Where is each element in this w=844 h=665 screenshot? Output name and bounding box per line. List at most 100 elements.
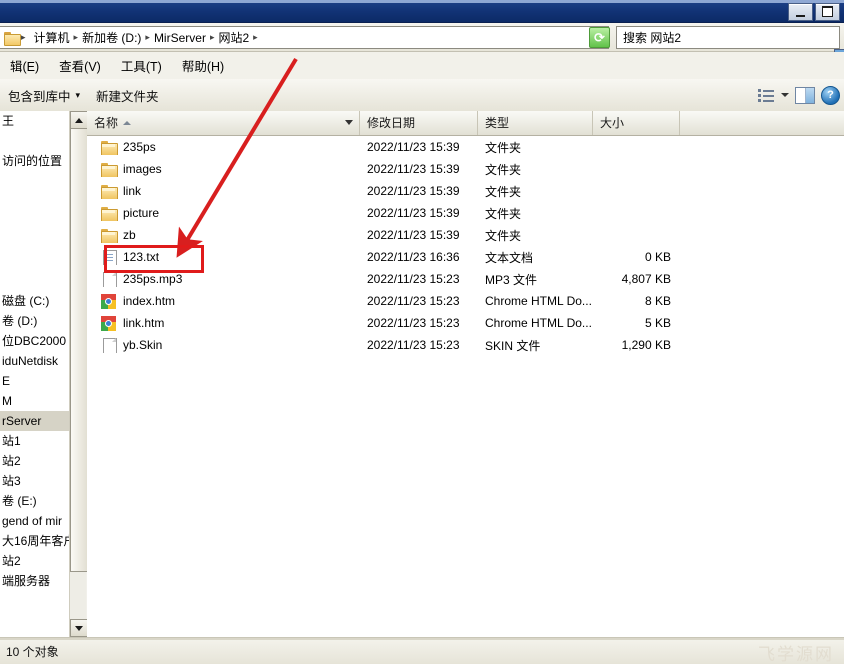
folder-icon [101, 140, 118, 155]
column-header-type[interactable]: 类型 [478, 111, 593, 135]
file-name-cell[interactable]: 235ps [87, 140, 360, 155]
file-date-cell: 2022/11/23 15:39 [367, 228, 460, 242]
nav-item[interactable]: 端服务器 [0, 571, 69, 591]
folder-icon [101, 206, 118, 221]
column-header-extra[interactable] [680, 111, 844, 135]
file-name-label: link [123, 184, 142, 198]
file-name-cell[interactable]: index.htm [87, 293, 360, 309]
file-name-cell[interactable]: 235ps.mp3 [87, 271, 360, 287]
file-date-cell: 2022/11/23 15:23 [367, 272, 460, 286]
chevron-down-icon[interactable] [345, 120, 353, 125]
table-row[interactable]: zb 2022/11/23 15:39 文件夹 [87, 224, 844, 246]
menu-item-tools[interactable]: 工具(T) [111, 53, 172, 78]
navigation-pane-scrollbar[interactable] [69, 111, 88, 637]
title-bar-highlight [0, 0, 844, 3]
chevron-down-icon[interactable] [781, 93, 789, 97]
file-date-cell: 2022/11/23 15:39 [367, 184, 460, 198]
column-header-date-label: 修改日期 [367, 116, 416, 130]
file-name-cell[interactable]: yb.Skin [87, 337, 360, 353]
menu-item-view[interactable]: 查看(V) [49, 53, 111, 78]
nav-item[interactable]: 站3 [0, 471, 69, 491]
file-name-label: zb [123, 228, 136, 242]
column-header-size[interactable]: 大小 [593, 111, 680, 135]
refresh-button[interactable]: ⟳ [589, 27, 610, 48]
explorer-window: ▸ 计算机 ▸ 新加卷 (D:) ▸ MirServer ▸ 网站2 ▸ ⟳ 搜… [0, 0, 844, 665]
column-header-date[interactable]: 修改日期 [360, 111, 478, 135]
folder-icon [101, 162, 118, 177]
table-row[interactable]: images 2022/11/23 15:39 文件夹 [87, 158, 844, 180]
new-folder-button[interactable]: 新建文件夹 [88, 82, 167, 109]
nav-item[interactable]: rServer [0, 411, 69, 431]
nav-item[interactable]: E [0, 371, 69, 391]
scroll-down-arrow-icon[interactable] [70, 619, 88, 637]
file-name-cell[interactable]: link.htm [87, 315, 360, 331]
nav-item[interactable]: 大16周年客户 [0, 531, 69, 551]
minimize-button[interactable] [788, 3, 813, 21]
navigation-scrollbar-track[interactable] [70, 128, 88, 620]
table-row[interactable]: 235ps 2022/11/23 15:39 文件夹 [87, 136, 844, 158]
maximize-button[interactable] [815, 3, 840, 21]
file-name-cell[interactable]: images [87, 162, 360, 177]
file-size-cell: 0 KB [644, 250, 671, 264]
table-row[interactable]: link 2022/11/23 15:39 文件夹 [87, 180, 844, 202]
annotation-highlight-box [104, 245, 204, 273]
table-row[interactable]: yb.Skin 2022/11/23 15:23 SKIN 文件 1,290 KB [87, 334, 844, 356]
column-header-name[interactable]: 名称 [87, 111, 360, 135]
navigation-scrollbar-thumb[interactable] [70, 128, 88, 572]
file-type-cell: 文本文档 [485, 250, 534, 265]
file-name-cell[interactable]: picture [87, 206, 360, 221]
address-bar[interactable]: ▸ 计算机 ▸ 新加卷 (D:) ▸ MirServer ▸ 网站2 ▸ [0, 26, 609, 49]
menu-item-help[interactable]: 帮助(H) [172, 53, 234, 78]
column-header-type-label: 类型 [485, 116, 510, 130]
nav-item[interactable]: 访问的位置 [0, 151, 69, 171]
nav-item[interactable]: 王 [0, 111, 69, 131]
file-type-cell: MP3 文件 [485, 272, 538, 287]
breadcrumb-item-2[interactable]: MirServer [151, 30, 209, 46]
nav-item[interactable]: M [0, 391, 69, 411]
menu-item-edit[interactable]: 辑(E) [0, 53, 49, 78]
file-name-label: 235ps.mp3 [123, 272, 183, 286]
scroll-up-arrow-icon[interactable] [70, 111, 88, 129]
file-date-cell: 2022/11/23 16:36 [367, 250, 460, 264]
nav-item[interactable]: 卷 (E:) [0, 491, 69, 511]
search-input[interactable]: 搜索 网站2 [616, 26, 840, 49]
file-date-cell: 2022/11/23 15:39 [367, 140, 460, 154]
file-size-cell: 5 KB [644, 316, 671, 330]
list-view-icon[interactable] [758, 88, 775, 102]
file-name-cell[interactable]: zb [87, 228, 360, 243]
file-name-label: images [123, 162, 162, 176]
preview-pane-icon[interactable] [795, 86, 815, 104]
window-controls [788, 3, 840, 21]
nav-item[interactable]: 站2 [0, 551, 69, 571]
table-row[interactable]: index.htm 2022/11/23 15:23 Chrome HTML Do.… [87, 290, 844, 312]
nav-item[interactable]: 站2 [0, 451, 69, 471]
include-in-library-button[interactable]: 包含到库中 ▾ [0, 82, 88, 109]
navigation-pane[interactable]: 王访问的位置磁盘 (C:) 卷 (D:) 位DBC2000 iduNetdisk E Mr… [0, 111, 70, 637]
maximize-icon [822, 6, 833, 17]
status-bar: 10 个对象 [0, 637, 844, 664]
nav-item[interactable]: 磁盘 (C:) [0, 291, 69, 311]
blank-document-icon [101, 337, 117, 353]
nav-item[interactable]: 位DBC2000 [0, 331, 69, 351]
nav-item[interactable]: iduNetdisk [0, 351, 69, 371]
nav-item[interactable]: gend of mir [0, 511, 69, 531]
nav-item[interactable]: 卷 (D:) [0, 311, 69, 331]
help-icon[interactable]: ? [821, 85, 840, 105]
chevron-down-icon: ▾ [75, 89, 81, 100]
table-row[interactable]: link.htm 2022/11/23 15:23 Chrome HTML Do..… [87, 312, 844, 334]
file-size-cell: 4,807 KB [621, 272, 671, 286]
menu-bar: 辑(E) 查看(V) 工具(T) 帮助(H) [0, 52, 844, 80]
breadcrumb-item-1[interactable]: 新加卷 (D:) [79, 28, 144, 47]
table-row[interactable]: picture 2022/11/23 15:39 文件夹 [87, 202, 844, 224]
breadcrumb-item-3[interactable]: 网站2 [215, 28, 252, 47]
file-date-cell: 2022/11/23 15:39 [367, 162, 460, 176]
file-type-cell: 文件夹 [485, 184, 522, 199]
breadcrumb-item-0[interactable]: 计算机 [31, 28, 73, 47]
nav-item[interactable]: 站1 [0, 431, 69, 451]
file-name-cell[interactable]: link [87, 184, 360, 199]
column-header-row: 名称 修改日期 类型 大小 [87, 111, 844, 136]
